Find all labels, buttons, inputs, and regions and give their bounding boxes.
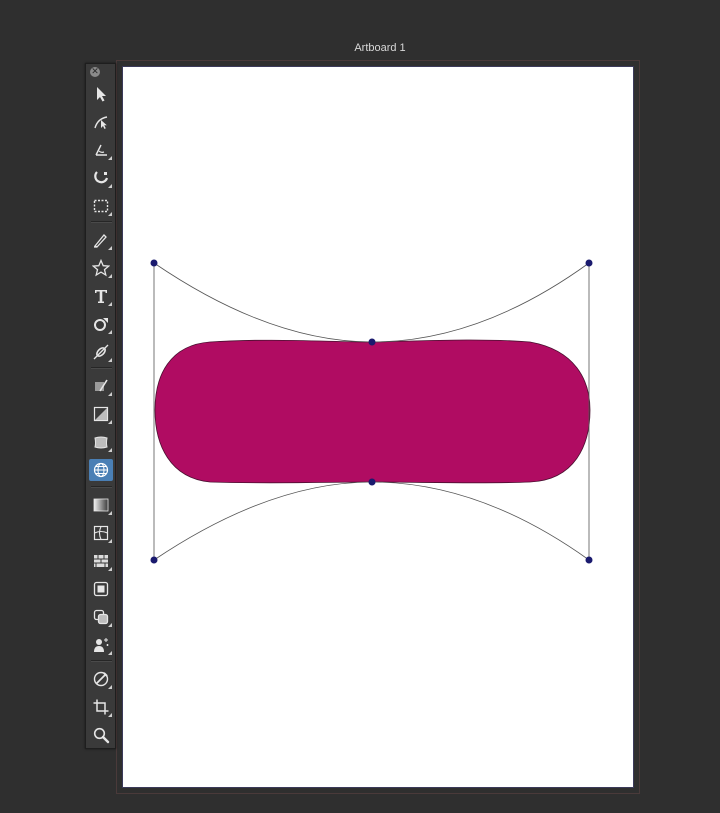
direct-selection-tool[interactable] <box>89 111 113 133</box>
arrow-icon <box>97 87 106 102</box>
shape-builder-tool[interactable] <box>89 375 113 397</box>
crop-tool[interactable] <box>89 696 113 718</box>
anchor-point[interactable] <box>368 338 376 346</box>
rectangular-marquee-tool[interactable] <box>89 195 113 217</box>
anchor-point[interactable] <box>585 259 593 267</box>
close-panel-icon[interactable]: ✕ <box>90 67 100 77</box>
star-tool[interactable] <box>89 257 113 279</box>
pen-tool[interactable] <box>89 229 113 251</box>
lasso-tool[interactable] <box>89 167 113 189</box>
rotate-tool[interactable] <box>89 313 113 335</box>
zoom-tool[interactable] <box>89 724 113 746</box>
free-transform-tool[interactable] <box>89 431 113 453</box>
live-paint-tool[interactable] <box>89 578 113 600</box>
eyedropper-tool[interactable] <box>89 668 113 690</box>
globe-grid-icon <box>93 462 109 478</box>
direct-select-icon <box>94 116 108 129</box>
anchor-point[interactable] <box>150 259 158 267</box>
symbol-sprayer-tool[interactable] <box>89 634 113 656</box>
pattern-tool[interactable] <box>89 550 113 572</box>
anchor-point[interactable] <box>150 556 158 564</box>
tools-panel: ✕ <box>85 63 116 749</box>
live-paint-icon <box>93 581 109 597</box>
distorted-shape[interactable] <box>154 339 591 484</box>
shape-overlap-tool[interactable] <box>89 606 113 628</box>
gradient-tool[interactable] <box>89 494 113 516</box>
mesh-tool[interactable] <box>89 522 113 544</box>
anchor-point[interactable] <box>585 556 593 564</box>
envelope-distort-tool[interactable] <box>89 459 113 481</box>
curvature-tool[interactable] <box>89 139 113 161</box>
selection-tool[interactable] <box>89 83 113 105</box>
scale-tool[interactable] <box>89 341 113 363</box>
width-tool[interactable] <box>89 403 113 425</box>
type-tool[interactable] <box>89 285 113 307</box>
magnifier-icon <box>93 727 110 744</box>
anchor-point[interactable] <box>368 478 376 486</box>
